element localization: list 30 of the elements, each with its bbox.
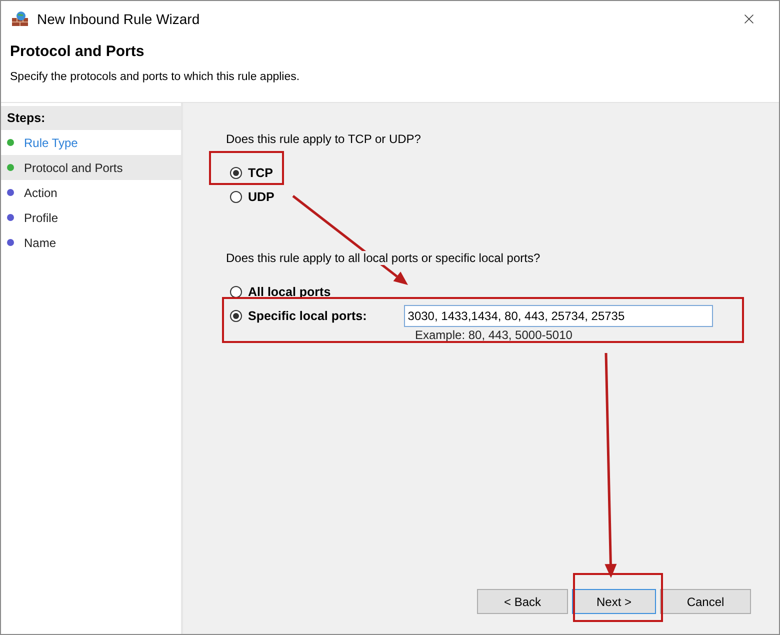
ports-question: Does this rule apply to all local ports or specific local ports?	[226, 251, 540, 265]
radio-label: TCP	[248, 166, 273, 180]
wizard-button[interactable]: Next >	[572, 589, 656, 614]
firewall-icon	[11, 10, 29, 26]
protocol-question: Does this rule apply to TCP or UDP?	[226, 132, 421, 146]
radio-button[interactable]	[230, 310, 242, 322]
step-item[interactable]: Action	[1, 180, 181, 205]
radio-button[interactable]	[230, 191, 242, 203]
step-label: Profile	[24, 210, 58, 224]
wizard-button[interactable]: < Back	[477, 589, 568, 614]
step-item[interactable]: Profile	[1, 205, 181, 230]
ports-field[interactable]: 3030, 1433,1434, 80, 443, 25734, 25735	[404, 305, 713, 327]
radio-label: UDP	[248, 190, 274, 204]
step-label: Name	[24, 236, 56, 250]
radio-button[interactable]	[230, 286, 242, 298]
radio-label: Specific local ports:	[248, 309, 367, 323]
step-label: Protocol and Ports	[24, 160, 123, 174]
step-label: Action	[24, 186, 58, 200]
example-hint: Example: 80, 443, 5000-5010	[415, 328, 574, 342]
radio-button[interactable]	[230, 167, 242, 179]
step-label: Rule Type	[24, 136, 78, 150]
step-item[interactable]: Rule Type	[1, 130, 181, 155]
page-title: Protocol and Ports	[10, 43, 146, 60]
step-item[interactable]: Name	[1, 230, 181, 255]
window-title: New Inbound Rule Wizard	[37, 10, 201, 26]
radio-label: All local ports	[248, 285, 331, 299]
step-item[interactable]: Protocol and Ports	[1, 155, 181, 180]
wizard-button[interactable]: Cancel	[660, 589, 751, 614]
steps-heading: Steps:	[1, 106, 181, 130]
page-subtitle: Specify the protocols and ports to which this rule applies.	[10, 71, 301, 83]
